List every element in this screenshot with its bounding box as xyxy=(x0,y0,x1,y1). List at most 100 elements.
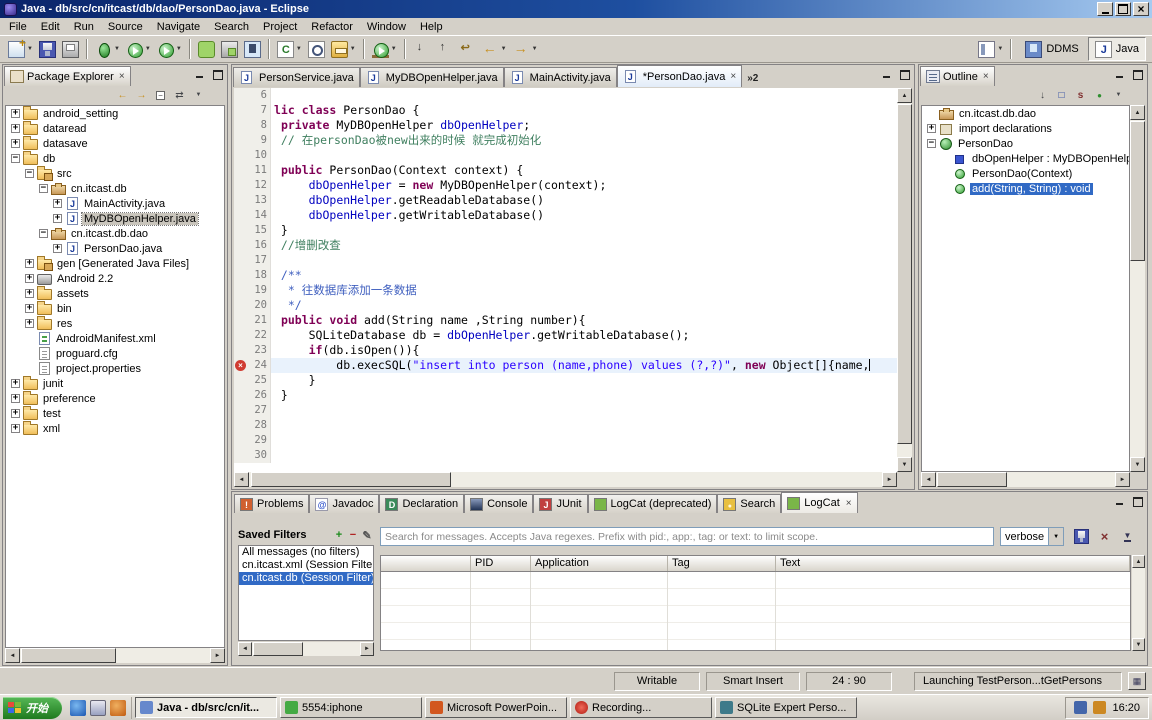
tab-junit[interactable]: JUnit xyxy=(533,494,587,513)
expand-icon[interactable]: + xyxy=(25,304,34,313)
expand-icon[interactable]: + xyxy=(11,109,20,118)
sort-icon[interactable] xyxy=(1034,87,1051,103)
code-line-10[interactable]: 10 xyxy=(234,148,897,163)
tab-overflow-chevron[interactable]: »2 xyxy=(747,73,758,84)
forward-icon[interactable] xyxy=(133,87,150,103)
column-header-text[interactable]: Text xyxy=(776,556,1130,571)
project-item-datasave[interactable]: +datasave xyxy=(6,136,224,151)
package-explorer-hscrollbar[interactable] xyxy=(5,648,225,663)
tray-icon-1[interactable] xyxy=(1074,701,1087,714)
tab-logcat[interactable]: LogCat xyxy=(781,492,857,513)
dropdown-arrow-icon[interactable] xyxy=(145,46,151,52)
code-line-30[interactable]: 30 xyxy=(234,448,897,463)
editor-tab-personservice-java[interactable]: PersonService.java xyxy=(233,67,360,87)
code-line-13[interactable]: 13 dbOpenHelper.getReadableDatabase() xyxy=(234,193,897,208)
project-item-db[interactable]: −db xyxy=(6,151,224,166)
outline-horizontal-scrollbar[interactable] xyxy=(921,472,1130,487)
new-java-class-button[interactable] xyxy=(274,37,305,61)
filter-list-hscrollbar[interactable] xyxy=(238,642,374,656)
run-external-button[interactable] xyxy=(154,37,185,61)
outline-item-import-declarations[interactable]: +import declarations xyxy=(922,121,1129,136)
editor-tab-mydbopenhelper-java[interactable]: MyDBOpenHelper.java xyxy=(360,67,504,87)
dropdown-arrow-icon[interactable] xyxy=(532,46,538,52)
code-line-7[interactable]: 7lic class PersonDao { xyxy=(234,103,897,118)
hide-fields-icon[interactable] xyxy=(1053,87,1070,103)
project-item-cn-itcast-db[interactable]: −cn.itcast.db xyxy=(6,181,224,196)
collapse-icon[interactable]: − xyxy=(927,139,936,148)
logcat-filter-all-messages-no-filters[interactable]: All messages (no filters) xyxy=(239,546,373,559)
project-item-assets[interactable]: +assets xyxy=(6,286,224,301)
code-line-21[interactable]: 21 public void add(String name ,String n… xyxy=(234,313,897,328)
debug-button[interactable] xyxy=(92,37,123,61)
collapse-icon[interactable]: − xyxy=(25,169,34,178)
print-button[interactable] xyxy=(59,37,82,61)
collapse-all-icon[interactable] xyxy=(152,87,169,103)
project-item-cn-itcast-db-dao[interactable]: −cn.itcast.db.dao xyxy=(6,226,224,241)
code-line-29[interactable]: 29 xyxy=(234,433,897,448)
code-line-26[interactable]: 26 } xyxy=(234,388,897,403)
scroll-thumb[interactable] xyxy=(1130,121,1145,261)
scroll-right-icon[interactable] xyxy=(360,642,374,656)
dropdown-arrow-icon[interactable] xyxy=(176,46,182,52)
outline-item-cn-itcast-db-dao[interactable]: cn.itcast.db.dao xyxy=(922,106,1129,121)
expand-icon[interactable]: + xyxy=(11,424,20,433)
code-line-16[interactable]: 16 //增删改查 xyxy=(234,238,897,253)
external-tools-button[interactable] xyxy=(369,37,400,61)
editor-tab-persondao-java[interactable]: *PersonDao.java xyxy=(617,65,742,87)
progress-view-button[interactable] xyxy=(1128,672,1146,690)
maximize-editor-button[interactable] xyxy=(897,68,912,82)
expand-icon[interactable]: + xyxy=(11,394,20,403)
expand-icon[interactable]: + xyxy=(53,199,62,208)
expand-icon[interactable]: + xyxy=(53,214,62,223)
code-line-23[interactable]: 23 if(db.isOpen()){ xyxy=(234,343,897,358)
project-item-androidmanifest-xml[interactable]: AndroidManifest.xml xyxy=(6,331,224,346)
editor-tab-mainactivity-java[interactable]: MainActivity.java xyxy=(504,67,617,87)
column-header-pid[interactable]: PID xyxy=(471,556,531,571)
package-explorer-tab[interactable]: Package Explorer xyxy=(4,66,131,86)
scroll-lock-button[interactable] xyxy=(1118,527,1137,546)
search-button[interactable] xyxy=(328,37,359,61)
code-line-18[interactable]: 18 /** xyxy=(234,268,897,283)
column-header-application[interactable]: Application xyxy=(531,556,668,571)
column-header-level[interactable] xyxy=(381,556,471,571)
open-perspective-button[interactable] xyxy=(975,37,1006,61)
outline-tab[interactable]: Outline xyxy=(920,66,995,86)
scroll-down-icon[interactable] xyxy=(897,457,912,472)
column-header-tag[interactable]: Tag xyxy=(668,556,776,571)
scroll-thumb[interactable] xyxy=(21,648,116,663)
add-filter-button[interactable] xyxy=(332,528,346,542)
expand-icon[interactable]: + xyxy=(11,124,20,133)
tray-icon-2[interactable] xyxy=(1093,701,1106,714)
last-edit-location-button[interactable] xyxy=(456,37,479,61)
project-item-test[interactable]: +test xyxy=(6,406,224,421)
previous-annotation-button[interactable] xyxy=(433,37,456,61)
scroll-up-icon[interactable] xyxy=(897,88,912,103)
perspective-java[interactable]: Java xyxy=(1088,37,1146,61)
project-item-dataread[interactable]: +dataread xyxy=(6,121,224,136)
scroll-up-icon[interactable] xyxy=(1130,105,1145,120)
new-button[interactable] xyxy=(5,37,36,61)
save-button[interactable] xyxy=(36,37,59,61)
scroll-left-icon[interactable] xyxy=(238,642,252,656)
close-tab-icon[interactable] xyxy=(846,498,852,509)
outline-item-persondao[interactable]: −PersonDao xyxy=(922,136,1129,151)
chevron-down-icon[interactable] xyxy=(1048,528,1063,545)
hide-non-public-icon[interactable] xyxy=(1091,87,1108,103)
scroll-right-icon[interactable] xyxy=(210,648,225,663)
taskbar-window-recording[interactable]: Recording... xyxy=(570,697,712,718)
log-level-select[interactable]: verbose xyxy=(1000,527,1064,546)
minimize-view-button[interactable] xyxy=(192,68,207,82)
project-item-bin[interactable]: +bin xyxy=(6,301,224,316)
maximize-view-button[interactable] xyxy=(1130,495,1145,509)
project-item-mydbopenhelper-java[interactable]: +MyDBOpenHelper.java xyxy=(6,211,224,226)
minimize-button[interactable] xyxy=(1097,2,1113,16)
android-sdk-manager-button[interactable] xyxy=(218,37,241,61)
expand-icon[interactable]: + xyxy=(25,259,34,268)
close-view-icon[interactable] xyxy=(983,71,989,82)
taskbar-window-sqlite-expert-perso[interactable]: SQLite Expert Perso... xyxy=(715,697,857,718)
collapse-icon[interactable]: − xyxy=(39,229,48,238)
media-player-icon[interactable] xyxy=(110,700,126,716)
outline-item-dbopenhelper-mydbopenhelpe[interactable]: dbOpenHelper : MyDBOpenHelpe xyxy=(922,151,1129,166)
code-line-19[interactable]: 19 * 往数据库添加一条数据 xyxy=(234,283,897,298)
project-item-mainactivity-java[interactable]: +MainActivity.java xyxy=(6,196,224,211)
